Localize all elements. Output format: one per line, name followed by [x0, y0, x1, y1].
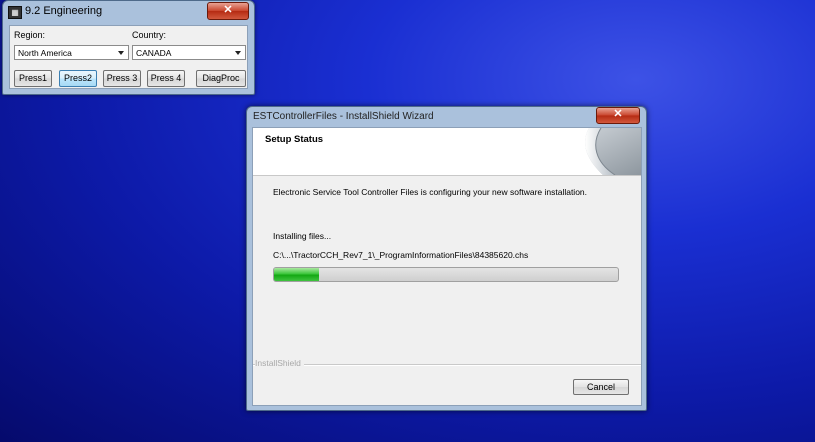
wizard-client-area: Setup Status Electronic Service Tool Con… — [252, 127, 642, 406]
press1-button[interactable]: Press1 — [14, 70, 52, 87]
setup-status-title: Setup Status — [265, 134, 324, 145]
current-file-path: C:\...\TractorCCH_Rev7_1\_ProgramInforma… — [273, 250, 529, 260]
region-dropdown[interactable]: North America — [14, 45, 129, 60]
wizard-description: Electronic Service Tool Controller Files… — [273, 187, 588, 197]
press3-button[interactable]: Press 3 — [103, 70, 141, 87]
footer-divider — [253, 364, 641, 366]
country-value: CANADA — [136, 48, 172, 58]
engineering-panel: Region: North America Country: CANADA Pr… — [9, 25, 248, 89]
chevron-down-icon — [235, 51, 241, 55]
install-progress-bar — [273, 267, 619, 282]
region-value: North America — [18, 48, 72, 58]
press4-button[interactable]: Press 4 — [147, 70, 185, 87]
engineering-close-button[interactable]: ✕ — [207, 2, 249, 20]
wizard-title-bar[interactable]: ESTControllerFiles - InstallShield Wizar… — [247, 107, 646, 126]
engineering-window: ▦ 9.2 Engineering ✕ Region: North Americ… — [2, 0, 255, 95]
engineering-title-bar[interactable]: ▦ 9.2 Engineering ✕ — [3, 1, 254, 23]
installshield-wizard-window: ESTControllerFiles - InstallShield Wizar… — [246, 106, 647, 411]
app-icon: ▦ — [8, 6, 22, 19]
wizard-header: Setup Status — [253, 128, 641, 176]
country-label: Country: — [132, 30, 167, 40]
installshield-brand-label: InstallShield — [255, 358, 304, 368]
country-dropdown[interactable]: CANADA — [132, 45, 246, 60]
engineering-window-title: 9.2 Engineering — [25, 5, 103, 17]
region-label: Region: — [14, 30, 46, 40]
diagproc-button[interactable]: DiagProc — [196, 70, 246, 87]
press2-button[interactable]: Press2 — [59, 70, 97, 87]
wizard-close-button[interactable]: ✕ — [596, 107, 640, 124]
page-curl-graphic-icon — [551, 128, 641, 175]
progress-bar-fill — [274, 268, 319, 281]
install-status-text: Installing files... — [273, 231, 332, 241]
cancel-button[interactable]: Cancel — [573, 379, 629, 395]
wizard-window-title: ESTControllerFiles - InstallShield Wizar… — [253, 111, 434, 122]
chevron-down-icon — [118, 51, 124, 55]
